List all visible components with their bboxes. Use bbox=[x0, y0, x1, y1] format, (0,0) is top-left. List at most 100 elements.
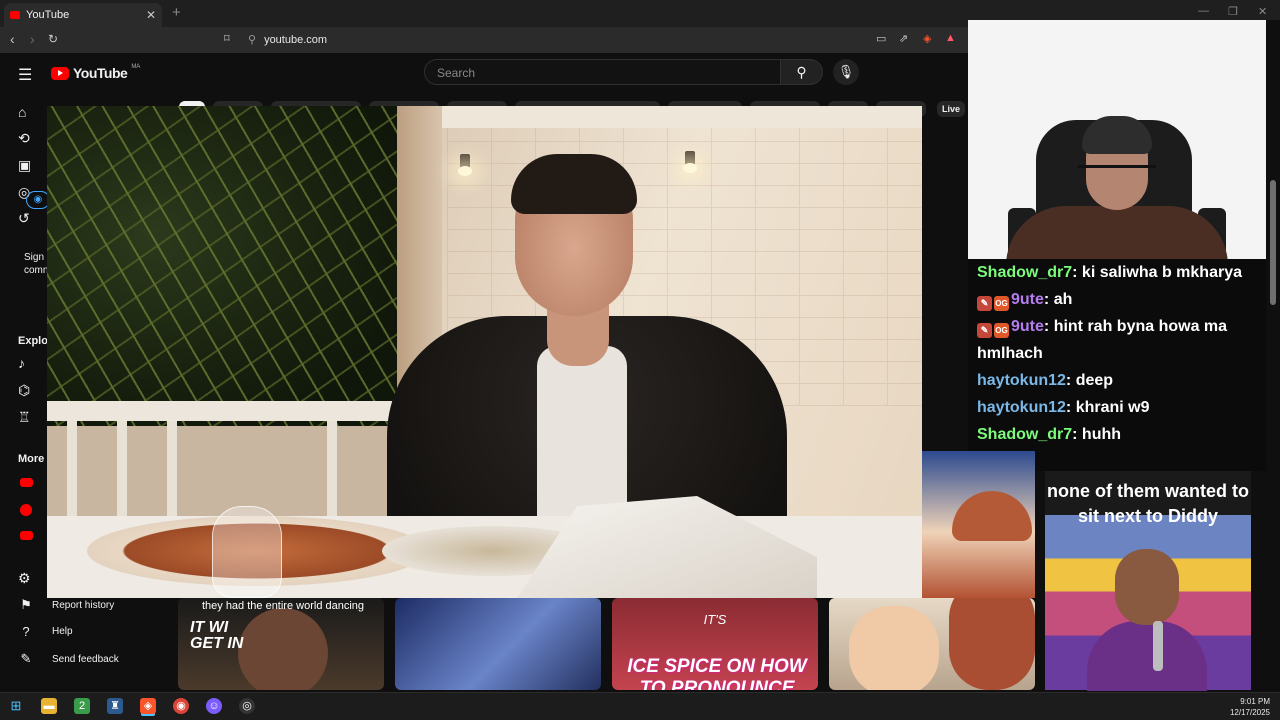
help-label: Help bbox=[52, 626, 73, 637]
help-item[interactable]: ? Help bbox=[18, 624, 73, 639]
close-tab-icon[interactable]: ✕ bbox=[146, 8, 156, 22]
back-arrow-icon[interactable]: ‹ bbox=[10, 31, 15, 47]
url-field[interactable]: ⚲ youtube.com bbox=[248, 33, 327, 46]
brave-browser-icon[interactable]: ◈ bbox=[140, 698, 156, 714]
short-thumbnail-diddy[interactable]: none of them wanted to sit next to Diddy bbox=[1045, 471, 1251, 691]
report-history-item[interactable]: ⚑ Report history bbox=[18, 597, 114, 613]
notepad-icon[interactable]: 2 bbox=[74, 698, 90, 714]
settings-gear-icon[interactable]: ⚙ bbox=[18, 570, 31, 587]
clock-time: 9:01 PM bbox=[1240, 697, 1270, 706]
youtube-premium-icon[interactable] bbox=[20, 478, 33, 487]
hair bbox=[511, 154, 637, 214]
help-icon: ? bbox=[22, 624, 30, 639]
history-icon[interactable]: ↺ bbox=[18, 210, 30, 227]
anime-hair bbox=[952, 491, 1032, 541]
chat-username: Shadow_dr7 bbox=[977, 426, 1073, 443]
home-icon[interactable]: ⌂ bbox=[18, 104, 26, 120]
microphone-icon: 🎙 bbox=[837, 64, 855, 79]
chat-text: ah bbox=[1053, 291, 1073, 308]
chip-live[interactable]: Live bbox=[937, 101, 965, 117]
short-thumbnail[interactable] bbox=[395, 598, 601, 690]
page-scrollbar[interactable] bbox=[1266, 20, 1280, 687]
brave-rewards-icon[interactable]: ▲ bbox=[945, 32, 956, 44]
railing-post bbox=[327, 421, 337, 521]
chat-username: Shadow_dr7 bbox=[977, 264, 1073, 281]
short-caption-top: IT'S bbox=[703, 612, 727, 627]
headset bbox=[1078, 160, 1156, 168]
chat-text: ki saliwha b mkharya bbox=[1081, 264, 1242, 281]
search-button[interactable]: ⚲ bbox=[781, 59, 823, 85]
railing-post bbox=[117, 421, 127, 521]
og-badge: OG bbox=[994, 323, 1009, 338]
brave-shields-icon[interactable]: ◈ bbox=[923, 32, 931, 45]
browser-tab-youtube[interactable]: YouTube ✕ bbox=[4, 3, 162, 27]
search-icon: ⚲ bbox=[796, 64, 807, 80]
chat-message: Shadow_dr7: ki saliwha b mkharya bbox=[977, 264, 1242, 281]
maximize-button[interactable]: ❐ bbox=[1228, 5, 1238, 18]
chat-message: Shadow_dr7: huhh bbox=[977, 426, 1122, 443]
short-overlay-text: IT WI GET IN bbox=[190, 619, 244, 652]
bookmark-icon[interactable]: ⌑ bbox=[224, 32, 230, 45]
subscriptions-icon[interactable]: ▣ bbox=[18, 157, 31, 174]
new-tab-button[interactable]: + bbox=[172, 4, 181, 21]
short-thumbnail[interactable]: they had the entire world dancing IT WI … bbox=[178, 598, 384, 690]
railing-post bbox=[67, 421, 77, 521]
obs-icon[interactable]: ◎ bbox=[239, 698, 255, 714]
ceiling-beam bbox=[437, 106, 922, 128]
streamer-webcam bbox=[968, 20, 1266, 259]
purple-sweater bbox=[1087, 621, 1207, 691]
chat-message: haytokun12: khrani w9 bbox=[977, 399, 1150, 416]
share-icon[interactable]: ⇗ bbox=[899, 32, 908, 45]
bamboo-leaves bbox=[47, 106, 397, 426]
video-player[interactable] bbox=[47, 106, 922, 598]
chat-text: huhh bbox=[1081, 426, 1122, 443]
chrome-icon[interactable]: ◉ bbox=[173, 698, 189, 714]
short-title-text: ICE SPICE ON HOW TO PRONOUNCE HUSSEIN bbox=[627, 656, 807, 690]
minimize-button[interactable]: — bbox=[1198, 5, 1209, 17]
youtube-logo[interactable]: YouTube MA bbox=[51, 64, 140, 81]
smiling-man bbox=[1087, 549, 1207, 691]
youtube-play-logo-icon bbox=[51, 66, 69, 80]
anime-face bbox=[849, 606, 939, 690]
water-glass bbox=[212, 506, 282, 598]
chat-text: khrani w9 bbox=[1075, 399, 1150, 416]
streamer-body bbox=[1006, 206, 1228, 259]
short-thumbnail[interactable] bbox=[829, 598, 1035, 690]
gaming-icon[interactable]: ⌬ bbox=[18, 382, 30, 399]
shorts-icon[interactable]: ⟲ bbox=[18, 130, 30, 147]
music-icon[interactable]: ♪ bbox=[18, 355, 25, 371]
clock-date: 12/17/2025 bbox=[1229, 708, 1270, 717]
signin-prompt-2: comn bbox=[24, 265, 49, 276]
chat-message: ✎ OG 9ute: hint rah byna howa ma hmlhach bbox=[977, 318, 1228, 362]
scrollbar-thumb[interactable] bbox=[1270, 180, 1276, 305]
chat-message: ✎ OG 9ute: ah bbox=[977, 286, 1257, 313]
window-close-button[interactable]: ✕ bbox=[1258, 5, 1267, 18]
system-clock[interactable]: 9:01 PM 12/17/2025 bbox=[1230, 696, 1270, 718]
app-icon[interactable]: ♜ bbox=[107, 698, 123, 714]
search-input[interactable]: Search bbox=[424, 59, 781, 85]
sports-trophy-icon[interactable]: ♖ bbox=[18, 409, 31, 426]
discord-icon[interactable]: ☺ bbox=[206, 698, 222, 714]
short-thumbnail-anime[interactable] bbox=[922, 451, 1035, 598]
site-info-icon[interactable]: ⚲ bbox=[248, 34, 256, 46]
thumbnail-face bbox=[238, 608, 328, 690]
youtube-kids-icon[interactable] bbox=[20, 531, 33, 540]
menu-icon[interactable]: ☰ bbox=[18, 65, 32, 85]
cast-icon[interactable]: ▭ bbox=[876, 32, 886, 45]
short-thumbnail[interactable]: IT'S ICE SPICE ON HOW TO PRONOUNCE HUSSE… bbox=[612, 598, 818, 690]
send-feedback-item[interactable]: ✎ Send feedback bbox=[18, 651, 119, 667]
youtube-music-icon[interactable] bbox=[20, 504, 32, 516]
tab-title: YouTube bbox=[26, 9, 70, 21]
forward-arrow-icon[interactable]: › bbox=[30, 31, 35, 47]
voice-search-button[interactable]: 🎙 bbox=[833, 59, 859, 85]
feedback-icon: ✎ bbox=[20, 651, 32, 666]
badge-icon: ✎ bbox=[977, 323, 992, 338]
chat-username: haytokun12 bbox=[977, 399, 1066, 416]
windows-taskbar: ⊞ ▬ 2 ♜ ◈ ◉ ☺ ◎ 9:01 PM 12/17/2025 bbox=[0, 692, 1280, 720]
short-caption: none of them wanted to sit next to Diddy bbox=[1047, 481, 1249, 526]
chat-username: 9ute bbox=[1011, 318, 1044, 335]
reload-icon[interactable]: ↻ bbox=[48, 32, 58, 46]
windows-start-icon[interactable]: ⊞ bbox=[8, 698, 24, 714]
chat-message: haytokun12: deep bbox=[977, 372, 1114, 389]
file-explorer-icon[interactable]: ▬ bbox=[41, 698, 57, 714]
